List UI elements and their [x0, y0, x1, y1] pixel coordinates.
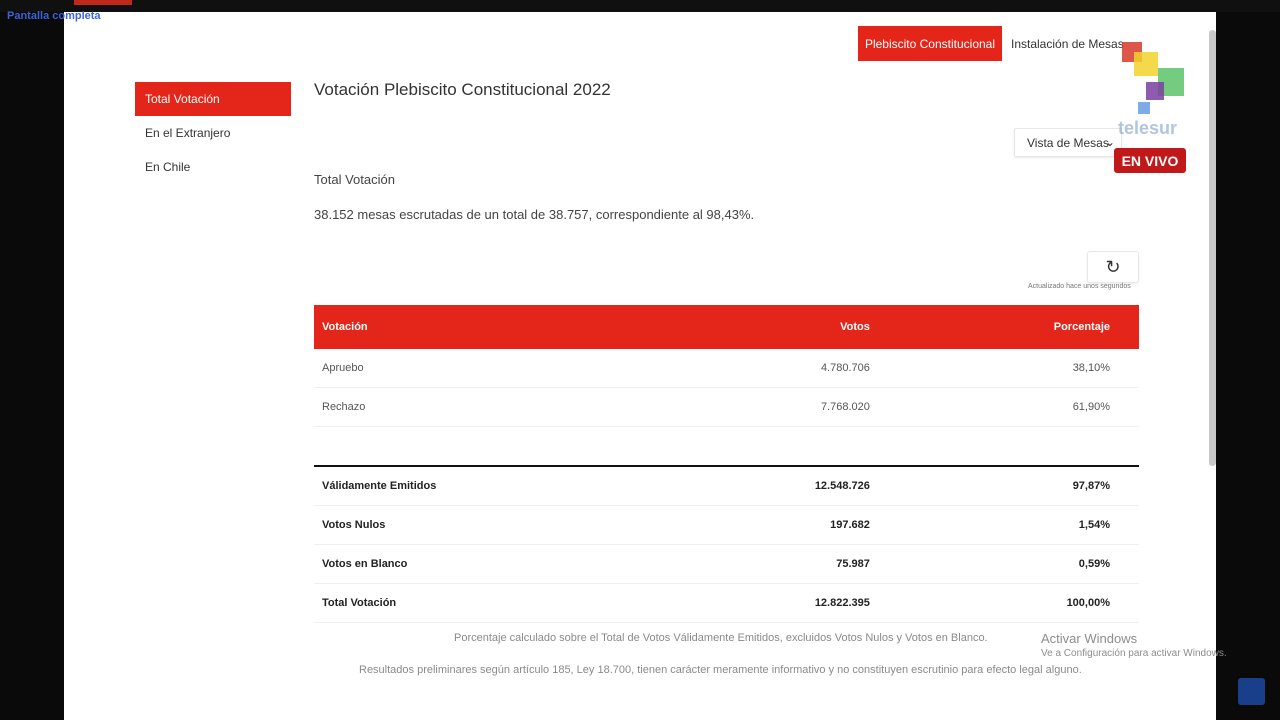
- row-label: Apruebo: [314, 349, 679, 388]
- table-row: Total Votación 12.822.395 100,00%: [314, 583, 1139, 623]
- row-votos: 197.682: [678, 505, 878, 545]
- view-select-label: Vista de Mesas: [1027, 135, 1109, 150]
- row-pct: 38,10%: [877, 349, 1139, 388]
- table-row: Votos en Blanco 75.987 0,59%: [314, 544, 1139, 584]
- live-badge: EN VIVO: [1114, 148, 1186, 173]
- table-row: Válidamente Emitidos 12.548.726 97,87%: [314, 466, 1139, 506]
- row-votos: 12.548.726: [678, 466, 878, 506]
- scrollbar[interactable]: [1209, 30, 1216, 466]
- windows-activation-title: Activar Windows: [1041, 631, 1138, 646]
- header-porcentaje: Porcentaje: [877, 305, 1139, 349]
- row-votos: 4.780.706: [678, 349, 878, 388]
- updated-note: Actualizado hace unos segundos: [1028, 283, 1131, 290]
- nav-plebiscito-button[interactable]: Plebiscito Constitucional: [858, 26, 1002, 61]
- chevron-down-icon: ⌄: [1104, 135, 1115, 149]
- refresh-icon: ↻: [1105, 256, 1121, 277]
- summary-text: 38.152 mesas escrutadas de un total de 3…: [314, 207, 755, 222]
- table-row: Votos Nulos 197.682 1,54%: [314, 505, 1139, 545]
- row-pct: 97,87%: [877, 466, 1139, 506]
- header-votos: Votos: [678, 305, 878, 349]
- page-title: Votación Plebiscito Constitucional 2022: [314, 80, 611, 99]
- row-label: Válidamente Emitidos: [314, 466, 679, 506]
- sidebar-item-extranjero[interactable]: En el Extranjero: [135, 116, 291, 150]
- windows-activation-subtitle: Ve a Configuración para activar Windows.: [1041, 648, 1227, 659]
- row-label: Votos Nulos: [314, 505, 679, 545]
- row-label: Total Votación: [314, 583, 679, 623]
- tab-indicator: [74, 0, 132, 5]
- nav-instalacion-link[interactable]: Instalación de Mesas: [1011, 26, 1124, 61]
- view-select[interactable]: Vista de Mesas ⌄: [1014, 128, 1122, 157]
- row-pct: 0,59%: [877, 544, 1139, 584]
- table-header-row: Votación Votos Porcentaje: [314, 305, 1139, 349]
- footnote-percentage: Porcentaje calculado sobre el Total de V…: [454, 632, 988, 644]
- row-votos: 7.768.020: [678, 387, 878, 427]
- sidebar: Total Votación En el Extranjero En Chile: [135, 82, 291, 184]
- row-votos: 75.987: [678, 544, 878, 584]
- footnote-preliminary: Resultados preliminares según artículo 1…: [359, 664, 1082, 676]
- telesur-logo: [1114, 40, 1192, 128]
- taskbar-app-icon[interactable]: [1238, 678, 1265, 705]
- header-votacion: Votación: [314, 305, 679, 349]
- table-row: Rechazo 7.768.020 61,90%: [314, 387, 1139, 427]
- top-bar: [0, 0, 1280, 12]
- row-label: Votos en Blanco: [314, 544, 679, 584]
- row-votos: 12.822.395: [678, 583, 878, 623]
- results-page: Plebiscito Constitucional Instalación de…: [64, 12, 1216, 720]
- row-label: Rechazo: [314, 387, 679, 427]
- sidebar-item-total-votacion[interactable]: Total Votación: [135, 82, 291, 116]
- refresh-button[interactable]: ↻: [1087, 251, 1139, 283]
- row-pct: 61,90%: [877, 387, 1139, 427]
- table-row: Apruebo 4.780.706 38,10%: [314, 349, 1139, 388]
- results-table: Votación Votos Porcentaje Apruebo 4.780.…: [314, 305, 1139, 623]
- brand-watermark: telesur: [1118, 118, 1178, 138]
- fullscreen-label[interactable]: Pantalla completa: [7, 10, 101, 22]
- table-separator-row: [314, 426, 1139, 467]
- row-pct: 100,00%: [877, 583, 1139, 623]
- row-pct: 1,54%: [877, 505, 1139, 545]
- sidebar-item-chile[interactable]: En Chile: [135, 150, 291, 184]
- section-title: Total Votación: [314, 172, 395, 187]
